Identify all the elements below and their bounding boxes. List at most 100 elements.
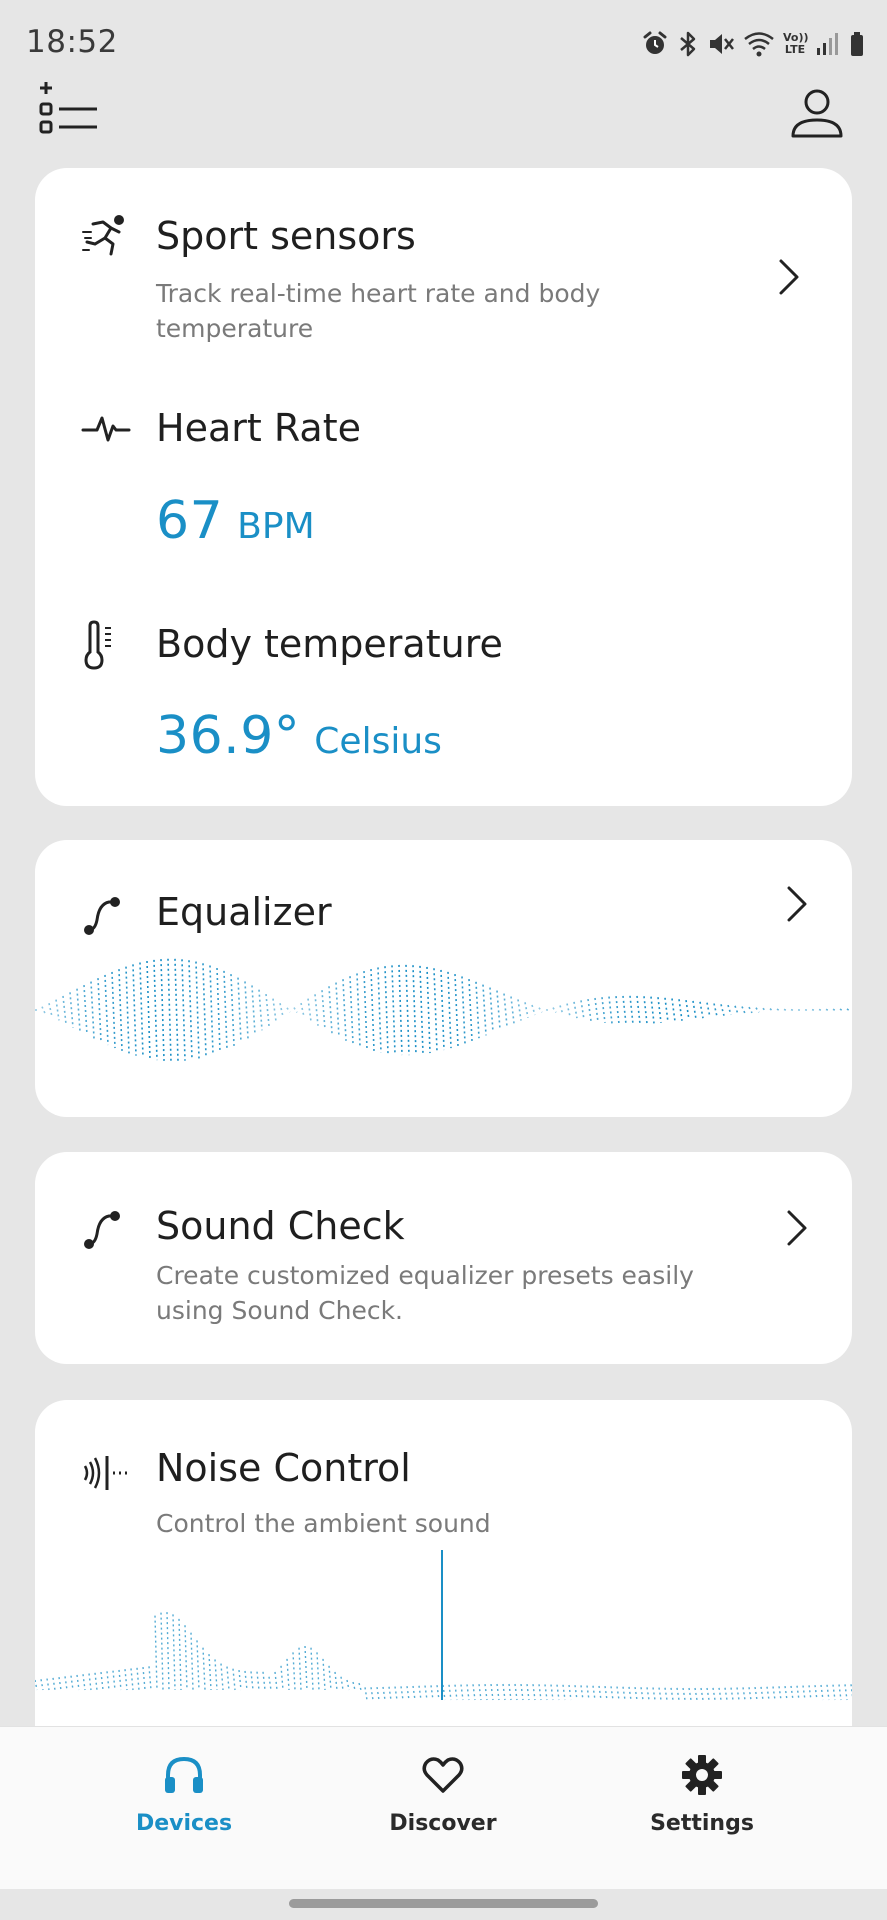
noise-strand bbox=[124, 1669, 128, 1691]
wave-strand bbox=[279, 1003, 284, 1017]
noise-strand bbox=[454, 1684, 458, 1701]
noise-strand bbox=[64, 1676, 68, 1691]
noise-strand bbox=[418, 1685, 422, 1701]
nav-devices-label: Devices bbox=[135, 1811, 233, 1836]
wave-strand bbox=[426, 966, 431, 1054]
noise-strand bbox=[196, 1640, 200, 1691]
chevron-right-icon[interactable] bbox=[779, 1206, 813, 1250]
noise-strand bbox=[334, 1671, 338, 1691]
noise-strand bbox=[460, 1684, 464, 1701]
nav-discover[interactable]: Discover bbox=[343, 1727, 543, 1847]
noise-strand bbox=[778, 1686, 782, 1701]
noise-strand bbox=[736, 1687, 740, 1701]
noise-strand bbox=[208, 1654, 212, 1691]
wave-strand bbox=[55, 999, 60, 1021]
wave-strand bbox=[818, 1008, 823, 1012]
noise-strand bbox=[322, 1658, 326, 1691]
noise-strand bbox=[412, 1685, 416, 1701]
chevron-right-icon[interactable] bbox=[779, 882, 813, 926]
noise-strand bbox=[166, 1612, 170, 1691]
add-device-list-button[interactable] bbox=[36, 80, 100, 144]
sound-check-title: Sound Check bbox=[156, 1204, 405, 1248]
noise-strand bbox=[592, 1685, 596, 1701]
equalizer-wave-graphic bbox=[35, 958, 851, 1062]
chevron-right-icon[interactable] bbox=[771, 255, 805, 299]
nav-settings[interactable]: Settings bbox=[602, 1727, 802, 1847]
add-list-icon bbox=[39, 82, 97, 134]
profile-icon bbox=[791, 89, 843, 138]
noise-level-graphic[interactable] bbox=[35, 1550, 852, 1730]
nav-devices[interactable]: Devices bbox=[84, 1727, 284, 1847]
noise-strand bbox=[382, 1686, 386, 1701]
wave-strand bbox=[615, 996, 620, 1024]
wave-strand bbox=[384, 966, 389, 1054]
profile-button[interactable] bbox=[789, 86, 845, 142]
noise-strand bbox=[562, 1684, 566, 1701]
noise-strand bbox=[58, 1677, 62, 1691]
heart-rate-value: 67 BPM bbox=[156, 491, 315, 551]
noise-strand bbox=[142, 1666, 146, 1691]
noise-strand bbox=[340, 1676, 344, 1691]
wave-strand bbox=[258, 989, 263, 1031]
noise-strand bbox=[694, 1687, 698, 1701]
wave-strand bbox=[48, 1002, 53, 1018]
noise-strand bbox=[148, 1666, 152, 1691]
wave-strand bbox=[762, 1007, 767, 1013]
wave-strand bbox=[125, 966, 130, 1054]
wave-strand bbox=[342, 979, 347, 1041]
noise-strand bbox=[328, 1665, 332, 1691]
wave-strand bbox=[62, 995, 67, 1025]
wave-strand bbox=[90, 981, 95, 1039]
sport-sensors-card[interactable]: Sport sensors Track real-time heart rate… bbox=[35, 168, 852, 806]
wave-strand bbox=[741, 1006, 746, 1014]
noise-strand bbox=[100, 1672, 104, 1691]
volte-icon: Vo)) LTE bbox=[783, 32, 809, 56]
noise-strand bbox=[376, 1686, 380, 1701]
wave-strand bbox=[580, 1000, 585, 1020]
wave-strand bbox=[104, 974, 109, 1046]
noise-strand bbox=[280, 1665, 284, 1691]
wave-strand bbox=[272, 998, 277, 1022]
gesture-navigation-bar[interactable] bbox=[289, 1899, 598, 1908]
wave-strand bbox=[440, 969, 445, 1051]
wave-strand bbox=[377, 967, 382, 1053]
noise-strand bbox=[784, 1686, 788, 1701]
wave-strand bbox=[587, 998, 592, 1022]
noise-strand bbox=[274, 1671, 278, 1691]
noise-strand bbox=[688, 1687, 692, 1701]
wave-strand bbox=[202, 963, 207, 1057]
noise-control-title: Noise Control bbox=[156, 1446, 411, 1490]
sound-check-card[interactable]: Sound Check Create customized equalizer … bbox=[35, 1152, 852, 1364]
wave-strand bbox=[153, 959, 158, 1061]
noise-strand bbox=[202, 1647, 206, 1691]
status-bar: 18:52 Vo)) LTE bbox=[0, 0, 887, 80]
noise-strand bbox=[286, 1658, 290, 1691]
wave-strand bbox=[517, 999, 522, 1021]
wave-strand bbox=[265, 994, 270, 1026]
sport-sensors-subtitle: Track real-time heart rate and body temp… bbox=[156, 279, 601, 343]
wave-strand bbox=[391, 965, 396, 1055]
noise-strand bbox=[232, 1668, 236, 1691]
wave-strand bbox=[132, 964, 137, 1056]
heart-rate-title: Heart Rate bbox=[156, 406, 361, 450]
noise-strand bbox=[304, 1645, 308, 1691]
noise-strand bbox=[424, 1685, 428, 1701]
wave-strand bbox=[118, 969, 123, 1051]
noise-strand bbox=[676, 1687, 680, 1701]
wave-strand bbox=[594, 997, 599, 1023]
wave-strand bbox=[160, 959, 165, 1061]
noise-strand bbox=[292, 1652, 296, 1691]
noise-control-card[interactable]: Noise Control Control the ambient sound bbox=[35, 1400, 852, 1760]
wave-strand bbox=[811, 1008, 816, 1012]
equalizer-card[interactable]: Equalizer bbox=[35, 840, 852, 1117]
sport-sensors-title: Sport sensors bbox=[156, 214, 416, 258]
noise-strand bbox=[544, 1684, 548, 1701]
thermometer-icon bbox=[84, 620, 111, 670]
wave-strand bbox=[97, 978, 102, 1042]
noise-strand bbox=[604, 1686, 608, 1701]
bottom-navigation: Devices Discover Settings bbox=[0, 1726, 887, 1889]
nav-discover-label: Discover bbox=[389, 1811, 497, 1836]
heartbeat-icon bbox=[81, 416, 131, 442]
wave-strand bbox=[846, 1008, 851, 1012]
wave-strand bbox=[566, 1003, 571, 1017]
